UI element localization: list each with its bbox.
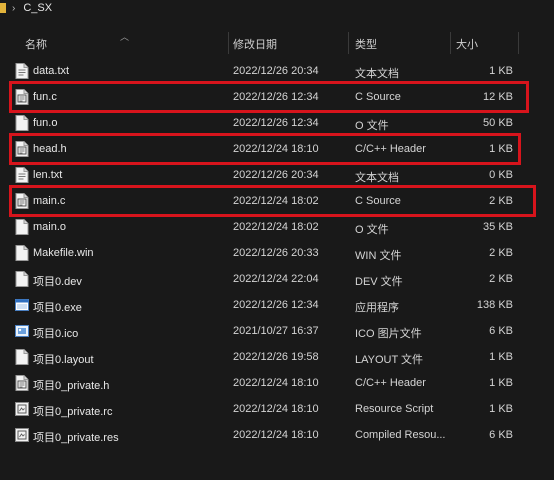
- file-name: 项目0.dev: [33, 276, 82, 288]
- file-type: C/C++ Header: [355, 377, 426, 389]
- file-name: data.txt: [33, 65, 70, 77]
- highlight-box: [9, 81, 529, 113]
- file-row[interactable]: 项目0.dev 2022/12/24 22:04 DEV 文件 2 KB: [0, 266, 554, 292]
- file-modified-date: 2022/12/26 20:33: [233, 247, 319, 259]
- file-name: 项目0.ico: [33, 328, 79, 340]
- file-type: LAYOUT 文件: [355, 354, 424, 366]
- file-name: fun.o: [33, 117, 58, 129]
- file-name: 项目0.exe: [33, 302, 82, 314]
- file-row[interactable]: 项目0.ico 2021/10/27 16:37 ICO 图片文件 6 KB: [0, 318, 554, 344]
- file-size: 6 KB: [489, 429, 513, 441]
- file-modified-date: 2022/12/24 18:10: [233, 429, 319, 441]
- file-type: 文本文档: [355, 68, 399, 80]
- blank-file-icon: [15, 349, 29, 365]
- application-icon: [15, 297, 29, 313]
- file-name: main.o: [33, 221, 67, 233]
- file-modified-date: 2022/12/26 19:58: [233, 351, 319, 363]
- file-type: O 文件: [355, 120, 389, 132]
- file-size: 35 KB: [483, 221, 513, 233]
- resource-file-icon: [15, 401, 29, 417]
- file-modified-date: 2022/12/24 18:02: [233, 221, 319, 233]
- column-header-date[interactable]: 修改日期: [233, 36, 277, 52]
- file-row[interactable]: Makefile.win 2022/12/26 20:33 WIN 文件 2 KB: [0, 240, 554, 266]
- breadcrumb-folder-name[interactable]: C_SX: [23, 2, 52, 14]
- file-size: 2 KB: [489, 247, 513, 259]
- file-modified-date: 2022/12/24 18:10: [233, 377, 319, 389]
- file-size: 138 KB: [476, 299, 513, 311]
- file-modified-date: 2022/12/24 18:10: [233, 403, 319, 415]
- file-type: 文本文档: [355, 172, 399, 184]
- file-row[interactable]: 项目0.exe 2022/12/26 12:34 应用程序 138 KB: [0, 292, 554, 318]
- file-type: ICO 图片文件: [355, 328, 422, 340]
- file-name: 项目0_private.h: [33, 380, 110, 392]
- column-divider[interactable]: [450, 32, 451, 54]
- file-modified-date: 2022/12/26 20:34: [233, 169, 319, 181]
- file-row[interactable]: 项目0_private.rc 2022/12/24 18:10 Resource S…: [0, 396, 554, 422]
- text-file-icon: [15, 63, 29, 79]
- file-size: 2 KB: [489, 273, 513, 285]
- column-divider[interactable]: [228, 32, 229, 54]
- highlight-box: [9, 133, 521, 165]
- file-modified-date: 2021/10/27 16:37: [233, 325, 319, 337]
- text-file-icon: [15, 167, 29, 183]
- column-header-name[interactable]: 名称: [25, 36, 47, 52]
- file-size: 1 KB: [489, 65, 513, 77]
- column-header-size[interactable]: 大小: [456, 36, 478, 52]
- file-modified-date: 2022/12/26 12:34: [233, 299, 319, 311]
- highlight-box: [9, 185, 536, 217]
- blank-file-icon: [15, 271, 29, 287]
- sort-up-icon: ︿: [120, 32, 130, 42]
- file-size: 1 KB: [489, 377, 513, 389]
- file-row[interactable]: 项目0_private.res 2022/12/24 18:10 Compiled …: [0, 422, 554, 448]
- file-row[interactable]: main.o 2022/12/24 18:02 O 文件 35 KB: [0, 214, 554, 240]
- file-modified-date: 2022/12/26 20:34: [233, 65, 319, 77]
- file-type: Compiled Resou...: [355, 429, 446, 441]
- file-name: 项目0_private.rc: [33, 406, 113, 418]
- blank-file-icon: [15, 219, 29, 235]
- file-type: WIN 文件: [355, 250, 402, 262]
- column-divider[interactable]: [518, 32, 519, 54]
- blank-file-icon: [15, 115, 29, 131]
- file-type: DEV 文件: [355, 276, 403, 288]
- header-file-icon: [15, 375, 29, 391]
- file-name: 项目0.layout: [33, 354, 94, 366]
- file-modified-date: 2022/12/24 22:04: [233, 273, 319, 285]
- file-row[interactable]: 项目0_private.h 2022/12/24 18:10 C/C++ Heade…: [0, 370, 554, 396]
- file-type: 应用程序: [355, 302, 399, 314]
- file-type: Resource Script: [355, 403, 434, 415]
- column-header-bar: ︿ 名称 修改日期 类型 大小: [0, 30, 554, 56]
- file-type: O 文件: [355, 224, 389, 236]
- chevron-right-icon[interactable]: ›: [12, 3, 15, 14]
- file-name: 项目0_private.res: [33, 432, 119, 444]
- file-modified-date: 2022/12/26 12:34: [233, 117, 319, 129]
- file-name: len.txt: [33, 169, 63, 181]
- file-size: 0 KB: [489, 169, 513, 181]
- file-row[interactable]: 项目0.layout 2022/12/26 19:58 LAYOUT 文件 1 KB: [0, 344, 554, 370]
- file-size: 6 KB: [489, 325, 513, 337]
- blank-file-icon: [15, 245, 29, 261]
- file-size: 50 KB: [483, 117, 513, 129]
- file-size: 1 KB: [489, 351, 513, 363]
- folder-icon: [0, 3, 6, 13]
- resource-file-icon: [15, 427, 29, 443]
- file-size: 1 KB: [489, 403, 513, 415]
- column-header-type[interactable]: 类型: [355, 36, 377, 52]
- file-name: Makefile.win: [33, 247, 94, 259]
- breadcrumb: › C_SX: [0, 0, 52, 16]
- image-file-icon: [15, 323, 29, 339]
- column-divider[interactable]: [348, 32, 349, 54]
